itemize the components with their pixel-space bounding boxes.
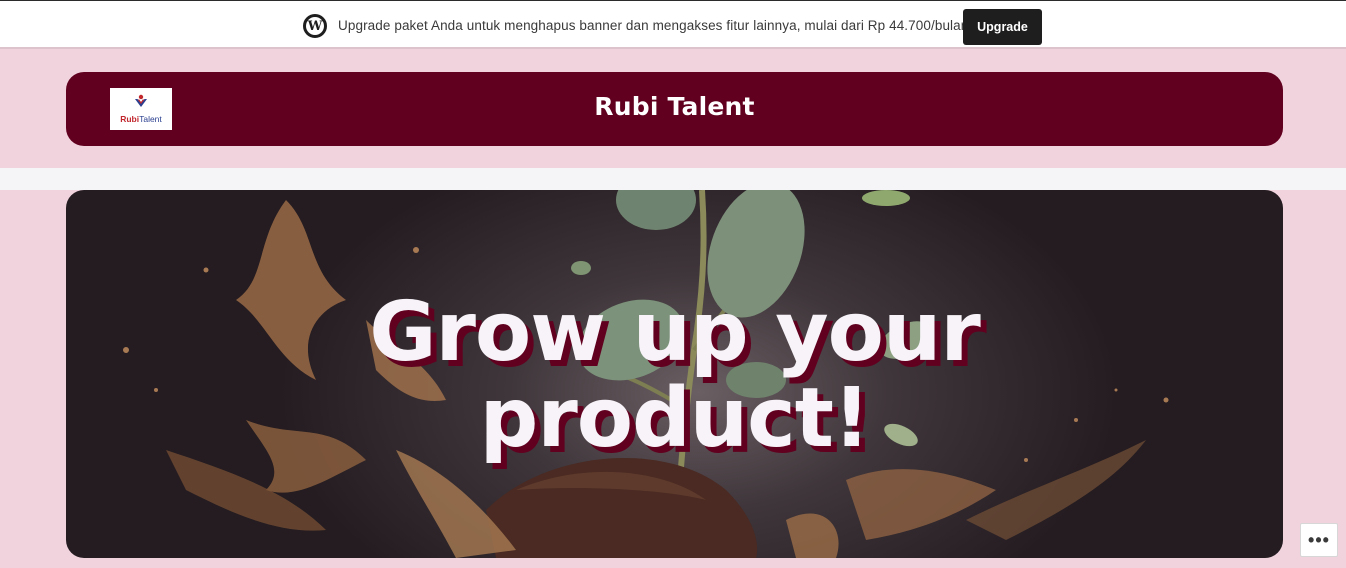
ellipsis-icon: •••	[1308, 529, 1330, 550]
hero-cover: Grow up your product!	[66, 190, 1283, 558]
upgrade-banner: W Upgrade paket Anda untuk menghapus ban…	[0, 0, 1346, 49]
hero-heading: Grow up your product!	[66, 290, 1283, 462]
site-header: RubiTalent Rubi Talent	[66, 72, 1283, 146]
hero-heading-line-1: Grow up your	[369, 285, 981, 380]
wordpress-logo-icon[interactable]: W	[303, 14, 327, 38]
upgrade-message: Upgrade paket Anda untuk menghapus banne…	[338, 18, 969, 33]
site-title[interactable]: Rubi Talent	[66, 92, 1283, 121]
wordpress-logo-glyph: W	[306, 17, 324, 35]
hero-heading-line-2: product!	[479, 371, 871, 466]
upgrade-button[interactable]: Upgrade	[963, 9, 1042, 45]
section-divider-strip	[0, 168, 1346, 190]
more-options-button[interactable]: •••	[1300, 523, 1338, 557]
